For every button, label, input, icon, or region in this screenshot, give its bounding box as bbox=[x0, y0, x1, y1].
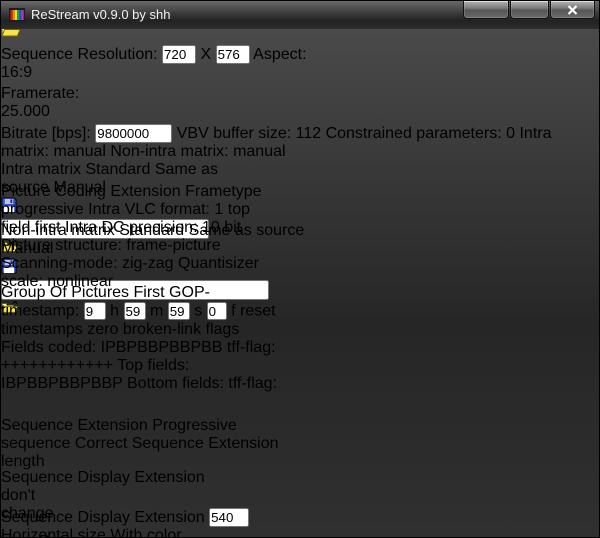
bitrate-field[interactable] bbox=[95, 124, 173, 143]
aspect-select[interactable]: 16:9 bbox=[1, 64, 64, 85]
tff-flag-label: tff-flag: bbox=[226, 338, 276, 356]
picture-coding-group: Picture Coding Extension Frametype progr… bbox=[1, 183, 283, 290]
intra-vlc-info: Intra VLC format: 1 bbox=[88, 201, 224, 218]
fields-coded-value: IPBPBBPBBPBB bbox=[100, 338, 223, 356]
sequence-extension-group-title: Sequence Extension bbox=[1, 417, 148, 434]
top-fields-value: IBPBBPBBPBBP bbox=[1, 374, 123, 392]
gop-frames-unit: f bbox=[231, 302, 236, 320]
gop-seconds-field[interactable] bbox=[167, 302, 190, 320]
display-extension-group: Sequence Display Extension don't change … bbox=[1, 469, 283, 537]
bitrate-label: Bitrate [bps]: bbox=[1, 125, 91, 142]
constrained-params-info: Constrained parameters: 0 bbox=[325, 125, 516, 142]
close-icon bbox=[567, 4, 578, 15]
vbv-buffer-info: VBV buffer size: 112 bbox=[176, 125, 322, 142]
display-extension-group-title: Sequence Display Extension bbox=[1, 469, 205, 486]
gop-hours-field[interactable] bbox=[83, 302, 106, 320]
gop-group-title: Group Of Pictures bbox=[1, 284, 130, 301]
client-area: MPEG2-source: Sequence Resolution: X Asp… bbox=[1, 1, 599, 537]
gop-group: Group Of Pictures First GOP-timestamp: h… bbox=[1, 284, 283, 417]
titlebar[interactable]: ReStream v0.9.0 by shh bbox=[1, 1, 599, 29]
framerate-value: 25.000 bbox=[1, 103, 50, 120]
gop-minutes-unit: m bbox=[149, 302, 164, 320]
resolution-width-field[interactable] bbox=[162, 45, 197, 64]
app-icon bbox=[9, 7, 25, 23]
gop-hours-unit: h bbox=[110, 302, 120, 320]
restream-window: ReStream v0.9.0 by shh MPEG2-source: Seq bbox=[0, 0, 600, 538]
top-fields-label: Top fields: bbox=[117, 356, 190, 374]
resolution-label: Resolution: bbox=[77, 46, 158, 63]
with-color-label: With color bbox=[110, 527, 182, 538]
intra-dc-info: Intra DC precision: 10 bit bbox=[65, 219, 242, 236]
gop-seconds-unit: s bbox=[194, 302, 203, 320]
bottom-fields-label: Bottom fields: bbox=[127, 374, 224, 392]
maximize-button[interactable] bbox=[510, 1, 549, 19]
zero-broken-link-label: zero broken-link flags bbox=[87, 320, 240, 338]
fields-coded-label: Fields coded: bbox=[1, 338, 97, 356]
display-extension-mode-select[interactable]: don't change bbox=[1, 487, 89, 522]
intra-standard-label: Standard bbox=[85, 161, 151, 178]
resolution-x-separator: X bbox=[200, 46, 212, 63]
sequence-extension-group: Sequence Extension Progressive sequence … bbox=[1, 417, 283, 470]
aspect-label: Aspect: bbox=[253, 46, 307, 63]
horizontal-size-field[interactable] bbox=[209, 508, 250, 527]
scanning-mode-info: Scanning-mode: zig-zag bbox=[1, 255, 174, 272]
window-title: ReStream v0.9.0 by shh bbox=[31, 7, 171, 22]
close-button[interactable] bbox=[550, 1, 595, 19]
sequence-group-title: Sequence bbox=[1, 46, 74, 63]
aspect-value: 16:9 bbox=[1, 64, 33, 81]
tff-flag-value: ++++++++++++ bbox=[1, 356, 114, 374]
sequence-group: Sequence Resolution: X Aspect: 16:9 Fram… bbox=[1, 45, 579, 313]
gop-frames-field[interactable] bbox=[206, 302, 227, 320]
framerate-label: Framerate: bbox=[1, 85, 80, 102]
resolution-height-field[interactable] bbox=[215, 45, 250, 64]
user-data-group-title: User Data bbox=[1, 533, 73, 537]
framerate-select[interactable]: 25.000 bbox=[1, 103, 68, 124]
tff-flag2-label: tff-flag: bbox=[228, 374, 278, 392]
intra-matrix-group-title: Intra matrix bbox=[1, 161, 82, 178]
minimize-button[interactable] bbox=[463, 1, 509, 19]
gop-minutes-field[interactable] bbox=[123, 302, 146, 320]
picture-structure-info: Picture structure: frame-picture bbox=[1, 237, 221, 254]
picture-coding-group-title: Picture Coding Extension bbox=[1, 183, 181, 200]
non-intra-matrix-info: Non-intra matrix: manual bbox=[110, 143, 286, 160]
display-extension-mode-label: Sequence Display Extension bbox=[1, 509, 205, 526]
